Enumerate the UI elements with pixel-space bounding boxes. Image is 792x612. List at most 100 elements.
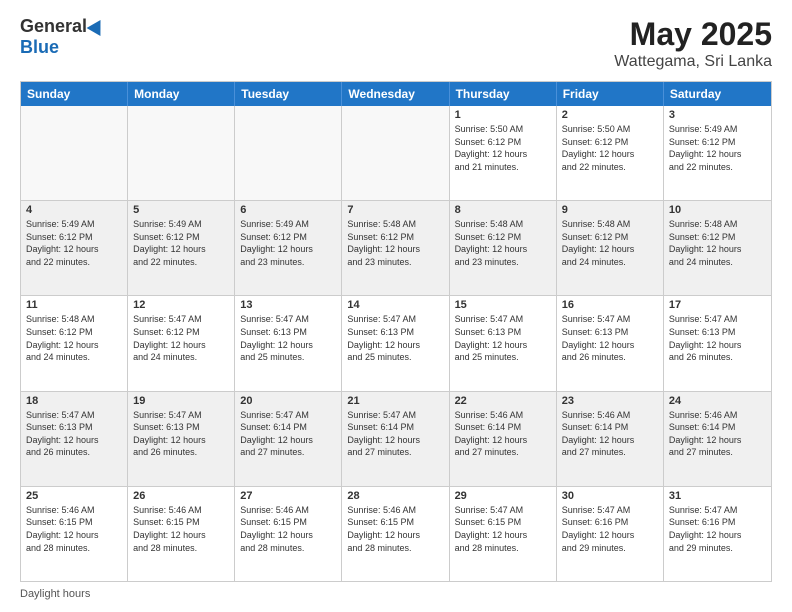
calendar-cell: 16Sunrise: 5:47 AMSunset: 6:13 PMDayligh… xyxy=(557,296,664,390)
day-number: 25 xyxy=(26,490,122,502)
calendar-cell: 17Sunrise: 5:47 AMSunset: 6:13 PMDayligh… xyxy=(664,296,771,390)
calendar-cell: 31Sunrise: 5:47 AMSunset: 6:16 PMDayligh… xyxy=(664,487,771,581)
day-info: Sunrise: 5:47 AMSunset: 6:13 PMDaylight:… xyxy=(133,409,229,459)
calendar-cell xyxy=(342,106,449,200)
day-number: 9 xyxy=(562,204,658,216)
calendar-cell: 14 Sunrise: 5:47 AMSunset: 6:13 PMDayligh… xyxy=(342,296,449,390)
day-number: 23 xyxy=(562,395,658,407)
calendar-header-day: Tuesday xyxy=(235,82,342,106)
calendar-cell: 15 Sunrise: 5:47 AMSunset: 6:13 PMDayligh… xyxy=(450,296,557,390)
day-info: Sunrise: 5:49 AMSunset: 6:12 PMDaylight:… xyxy=(26,218,122,268)
day-info: Sunrise: 5:50 AMSunset: 6:12 PMDaylight:… xyxy=(455,123,551,173)
day-number: 10 xyxy=(669,204,766,216)
calendar-cell: 11 Sunrise: 5:48 AMSunset: 6:12 PMDayligh… xyxy=(21,296,128,390)
page: General Blue May 2025 Wattegama, Sri Lan… xyxy=(0,0,792,612)
calendar-cell: 28 Sunrise: 5:46 AMSunset: 6:15 PMDayligh… xyxy=(342,487,449,581)
calendar-cell: 27 Sunrise: 5:46 AMSunset: 6:15 PMDayligh… xyxy=(235,487,342,581)
calendar-cell: 5Sunrise: 5:49 AMSunset: 6:12 PMDaylight… xyxy=(128,201,235,295)
day-info: Sunrise: 5:47 AMSunset: 6:13 PMDaylight:… xyxy=(347,313,443,363)
day-info: Sunrise: 5:48 AMSunset: 6:12 PMDaylight:… xyxy=(26,313,122,363)
calendar-cell: 2 Sunrise: 5:50 AMSunset: 6:12 PMDaylight… xyxy=(557,106,664,200)
calendar-header-day: Thursday xyxy=(450,82,557,106)
calendar-header-day: Sunday xyxy=(21,82,128,106)
calendar-row: 1 Sunrise: 5:50 AMSunset: 6:12 PMDaylight… xyxy=(21,106,771,201)
day-number: 27 xyxy=(240,490,336,502)
day-info: Sunrise: 5:46 AMSunset: 6:15 PMDaylight:… xyxy=(347,504,443,554)
calendar-cell: 12Sunrise: 5:47 AMSunset: 6:12 PMDayligh… xyxy=(128,296,235,390)
day-number: 1 xyxy=(455,109,551,121)
calendar-cell: 23 Sunrise: 5:46 AMSunset: 6:14 PMDayligh… xyxy=(557,392,664,486)
calendar-cell: 8 Sunrise: 5:48 AMSunset: 6:12 PMDaylight… xyxy=(450,201,557,295)
day-number: 17 xyxy=(669,299,766,311)
calendar-cell: 20Sunrise: 5:47 AMSunset: 6:14 PMDayligh… xyxy=(235,392,342,486)
calendar-cell: 18 Sunrise: 5:47 AMSunset: 6:13 PMDayligh… xyxy=(21,392,128,486)
calendar-row: 25 Sunrise: 5:46 AMSunset: 6:15 PMDayligh… xyxy=(21,487,771,581)
calendar-header-day: Wednesday xyxy=(342,82,449,106)
day-number: 31 xyxy=(669,490,766,502)
footer-daylight: Daylight hours xyxy=(20,588,772,600)
calendar-row: 18 Sunrise: 5:47 AMSunset: 6:13 PMDayligh… xyxy=(21,392,771,487)
calendar: SundayMondayTuesdayWednesdayThursdayFrid… xyxy=(20,81,772,582)
day-info: Sunrise: 5:48 AMSunset: 6:12 PMDaylight:… xyxy=(347,218,443,268)
day-number: 14 xyxy=(347,299,443,311)
calendar-title: May 2025 xyxy=(614,16,772,53)
calendar-cell: 30 Sunrise: 5:47 AMSunset: 6:16 PMDayligh… xyxy=(557,487,664,581)
calendar-cell: 4 Sunrise: 5:49 AMSunset: 6:12 PMDaylight… xyxy=(21,201,128,295)
calendar-subtitle: Wattegama, Sri Lanka xyxy=(614,53,772,71)
day-number: 30 xyxy=(562,490,658,502)
day-info: Sunrise: 5:48 AMSunset: 6:12 PMDaylight:… xyxy=(562,218,658,268)
day-number: 4 xyxy=(26,204,122,216)
calendar-cell: 6Sunrise: 5:49 AMSunset: 6:12 PMDaylight… xyxy=(235,201,342,295)
day-number: 22 xyxy=(455,395,551,407)
day-info: Sunrise: 5:48 AMSunset: 6:12 PMDaylight:… xyxy=(669,218,766,268)
day-info: Sunrise: 5:47 AMSunset: 6:13 PMDaylight:… xyxy=(26,409,122,459)
calendar-row: 11 Sunrise: 5:48 AMSunset: 6:12 PMDayligh… xyxy=(21,296,771,391)
calendar-cell: 10 Sunrise: 5:48 AMSunset: 6:12 PMDayligh… xyxy=(664,201,771,295)
day-number: 5 xyxy=(133,204,229,216)
day-info: Sunrise: 5:46 AMSunset: 6:14 PMDaylight:… xyxy=(455,409,551,459)
day-number: 7 xyxy=(347,204,443,216)
day-info: Sunrise: 5:47 AMSunset: 6:13 PMDaylight:… xyxy=(455,313,551,363)
day-info: Sunrise: 5:47 AMSunset: 6:14 PMDaylight:… xyxy=(347,409,443,459)
calendar-cell: 26Sunrise: 5:46 AMSunset: 6:15 PMDayligh… xyxy=(128,487,235,581)
day-info: Sunrise: 5:47 AMSunset: 6:14 PMDaylight:… xyxy=(240,409,336,459)
calendar-cell: 21 Sunrise: 5:47 AMSunset: 6:14 PMDayligh… xyxy=(342,392,449,486)
day-info: Sunrise: 5:50 AMSunset: 6:12 PMDaylight:… xyxy=(562,123,658,173)
day-info: Sunrise: 5:47 AMSunset: 6:13 PMDaylight:… xyxy=(240,313,336,363)
calendar-cell: 7 Sunrise: 5:48 AMSunset: 6:12 PMDaylight… xyxy=(342,201,449,295)
day-number: 3 xyxy=(669,109,766,121)
day-info: Sunrise: 5:46 AMSunset: 6:14 PMDaylight:… xyxy=(669,409,766,459)
day-number: 13 xyxy=(240,299,336,311)
calendar-body: 1 Sunrise: 5:50 AMSunset: 6:12 PMDaylight… xyxy=(21,106,771,581)
header: General Blue May 2025 Wattegama, Sri Lan… xyxy=(20,16,772,71)
day-number: 8 xyxy=(455,204,551,216)
calendar-cell xyxy=(21,106,128,200)
calendar-row: 4 Sunrise: 5:49 AMSunset: 6:12 PMDaylight… xyxy=(21,201,771,296)
day-info: Sunrise: 5:46 AMSunset: 6:15 PMDaylight:… xyxy=(26,504,122,554)
day-info: Sunrise: 5:48 AMSunset: 6:12 PMDaylight:… xyxy=(455,218,551,268)
calendar-header-day: Saturday xyxy=(664,82,771,106)
day-number: 29 xyxy=(455,490,551,502)
day-info: Sunrise: 5:47 AMSunset: 6:16 PMDaylight:… xyxy=(562,504,658,554)
day-number: 24 xyxy=(669,395,766,407)
day-info: Sunrise: 5:49 AMSunset: 6:12 PMDaylight:… xyxy=(669,123,766,173)
day-info: Sunrise: 5:46 AMSunset: 6:15 PMDaylight:… xyxy=(240,504,336,554)
day-number: 28 xyxy=(347,490,443,502)
day-number: 26 xyxy=(133,490,229,502)
calendar-cell: 19 Sunrise: 5:47 AMSunset: 6:13 PMDayligh… xyxy=(128,392,235,486)
day-number: 6 xyxy=(240,204,336,216)
calendar-header: SundayMondayTuesdayWednesdayThursdayFrid… xyxy=(21,82,771,106)
logo-triangle-icon xyxy=(87,15,108,35)
day-number: 21 xyxy=(347,395,443,407)
day-number: 18 xyxy=(26,395,122,407)
day-number: 12 xyxy=(133,299,229,311)
calendar-cell xyxy=(235,106,342,200)
day-info: Sunrise: 5:46 AMSunset: 6:14 PMDaylight:… xyxy=(562,409,658,459)
day-number: 11 xyxy=(26,299,122,311)
day-number: 19 xyxy=(133,395,229,407)
calendar-cell: 24 Sunrise: 5:46 AMSunset: 6:14 PMDayligh… xyxy=(664,392,771,486)
day-number: 2 xyxy=(562,109,658,121)
calendar-cell: 29Sunrise: 5:47 AMSunset: 6:15 PMDayligh… xyxy=(450,487,557,581)
logo-blue-text: Blue xyxy=(20,37,59,58)
day-number: 15 xyxy=(455,299,551,311)
